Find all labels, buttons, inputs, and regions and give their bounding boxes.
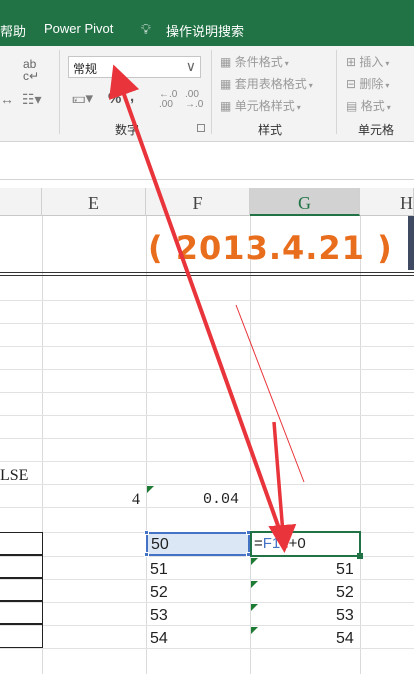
red-arrow-to-number-format: [109, 64, 288, 549]
annotation-arrows: [109, 64, 305, 553]
red-guide-line: [235, 304, 305, 483]
